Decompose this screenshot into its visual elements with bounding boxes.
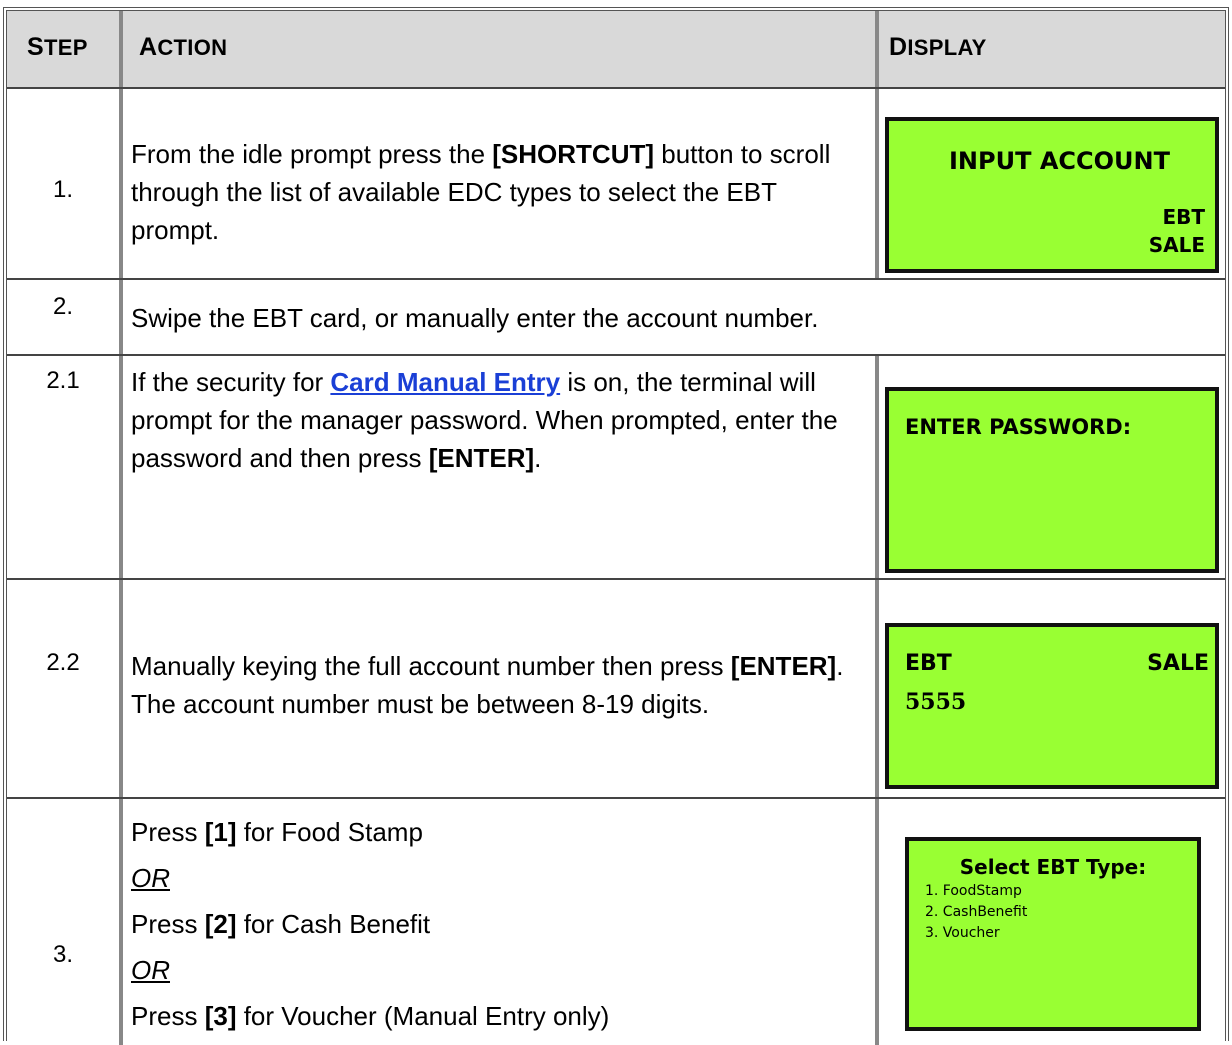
lcd-list-item: 3. Voucher	[925, 925, 1000, 941]
step-number: 2.1	[46, 367, 80, 394]
lcd-display: INPUT ACCOUNT EBT SALE	[885, 117, 1219, 273]
lcd-line: SALE	[1147, 651, 1209, 676]
lcd-line: EBT	[1162, 205, 1205, 229]
or-separator: OR	[131, 863, 170, 893]
lcd-line: 5555	[905, 689, 967, 715]
step-action: If the security for Card Manual Entry is…	[131, 367, 838, 473]
option-line: Press [3] for Voucher (Manual Entry only…	[131, 1001, 610, 1031]
card-manual-entry-link[interactable]: Card Manual Entry	[330, 367, 560, 397]
lcd-display: Select EBT Type: 1. FoodStamp 2. CashBen…	[905, 837, 1201, 1031]
step-action: From the idle prompt press the [SHORTCUT…	[131, 139, 831, 245]
divider	[7, 278, 1225, 280]
step-number: 2.	[52, 293, 73, 320]
step-number: 3.	[52, 941, 73, 968]
lcd-title: Select EBT Type:	[959, 855, 1147, 879]
lcd-display: ENTER PASSWORD:	[885, 387, 1219, 573]
lcd-line: ENTER PASSWORD:	[905, 415, 1132, 439]
key-label: [1]	[204, 817, 237, 847]
divider	[875, 356, 879, 1045]
lcd-list-item: 2. CashBenefit	[925, 904, 1028, 920]
header-step: STEP	[27, 33, 88, 61]
key-label: [3]	[204, 1001, 237, 1031]
lcd-line: EBT	[905, 651, 952, 676]
header-action: ACTION	[139, 33, 228, 61]
divider	[7, 578, 1225, 580]
key-label: [ENTER]	[428, 443, 535, 473]
lcd-display: EBT SALE 5555	[885, 623, 1219, 789]
lcd-list-item: 1. FoodStamp	[925, 883, 1022, 899]
divider	[875, 11, 879, 278]
option-line: Press [1] for Food Stamp	[131, 817, 423, 847]
header-action-cell	[123, 11, 875, 87]
divider	[119, 11, 123, 1045]
key-label: [SHORTCUT]	[492, 139, 655, 169]
option-line: Press [2] for Cash Benefit	[131, 909, 431, 939]
lcd-list: 1. FoodStamp 2. CashBenefit 3. Voucher	[925, 881, 1027, 944]
step-action: Press [1] for Food Stamp OR Press [2] fo…	[131, 809, 871, 1039]
divider	[7, 87, 1225, 89]
procedure-table: STEP ACTION DISPLAY 1. From the idle pro…	[3, 7, 1229, 1045]
or-separator: OR	[131, 955, 170, 985]
step-number: 1.	[52, 176, 73, 203]
lcd-line: INPUT ACCOUNT	[949, 147, 1170, 175]
step-action: Manually keying the full account number …	[131, 651, 844, 719]
divider	[7, 354, 1225, 356]
key-label: [2]	[204, 909, 237, 939]
step-number: 2.2	[46, 649, 80, 676]
lcd-line: SALE	[1148, 233, 1205, 257]
step-action: Swipe the EBT card, or manually enter th…	[131, 303, 819, 333]
divider	[7, 797, 1225, 799]
header-display: DISPLAY	[889, 33, 987, 61]
key-label: [ENTER]	[730, 651, 837, 681]
